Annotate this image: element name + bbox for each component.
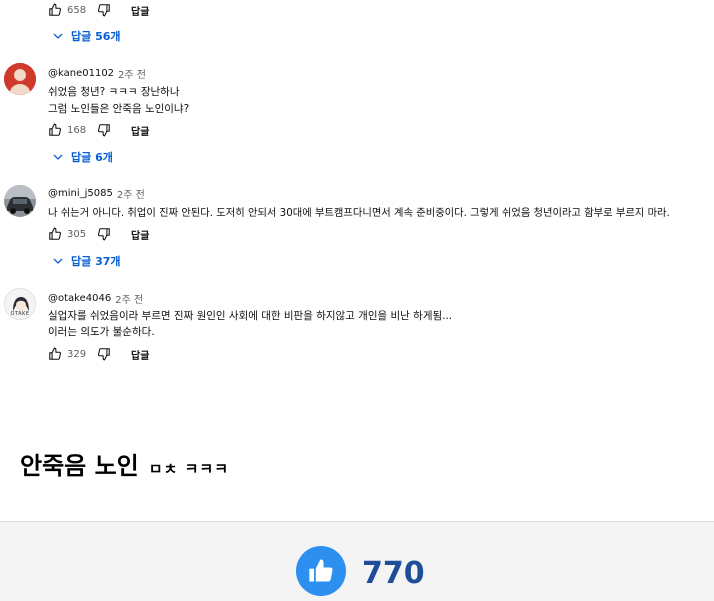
thumbs-down-icon <box>98 4 110 17</box>
thumbs-up-icon <box>49 123 61 136</box>
car-avatar-icon <box>4 185 36 217</box>
comment-meta: @mini_j5085 2주 전 <box>48 186 145 201</box>
comment-time[interactable]: 2주 전 <box>118 66 146 81</box>
thumbs-down-icon <box>98 228 110 241</box>
like-button[interactable]: 658 <box>48 3 97 17</box>
comment-meta: @otake4046 2주 전 <box>48 291 143 306</box>
thumbs-down-icon <box>98 124 110 137</box>
like-button[interactable]: 329 <box>48 347 97 361</box>
dislike-button[interactable] <box>97 123 111 137</box>
like-count: 168 <box>67 124 87 136</box>
chevron-down-icon <box>53 154 63 160</box>
replies-toggle[interactable]: 답글 37개 <box>52 252 121 270</box>
replies-toggle[interactable]: 답글 6개 <box>52 148 113 166</box>
dislike-button[interactable] <box>97 227 111 241</box>
replies-toggle-label: 답글 56개 <box>71 30 121 43</box>
comment-author[interactable]: @mini_j5085 <box>48 188 113 199</box>
dislike-button[interactable] <box>97 347 111 361</box>
comment-text-line: 이러는 의도가 불순하다. <box>48 326 155 338</box>
reply-button[interactable]: 답글 <box>131 227 149 242</box>
avatar-label: OTAKE <box>10 311 30 317</box>
avatar[interactable]: OTAKE <box>4 288 36 320</box>
comment-text-line: 실업자를 쉬었음이라 부르면 진짜 원인인 사회에 대한 비판을 하지않고 개인… <box>48 310 453 322</box>
user-avatar-icon <box>4 63 36 95</box>
thumbs-up-icon <box>49 227 61 240</box>
like-button[interactable]: 168 <box>48 123 97 137</box>
replies-toggle-label: 답글 37개 <box>71 255 121 268</box>
comment-actions: 168 답글 <box>48 121 149 139</box>
footer-bar: 770 <box>0 521 714 601</box>
thumbs-up-icon <box>309 559 333 582</box>
thumbs-down-icon <box>98 348 110 361</box>
footer-like-count: 770 <box>362 556 425 591</box>
comment-meta: @kane01102 2주 전 <box>48 66 146 81</box>
caption-small: ㅁㅊ ㅋㅋㅋ <box>148 460 229 478</box>
dislike-button[interactable] <box>97 3 111 17</box>
chevron-down-icon <box>53 258 63 264</box>
comment-text-line: 그럼 노인들은 안죽음 노인이냐? <box>48 103 190 115</box>
like-count: 658 <box>67 4 87 16</box>
reply-button[interactable]: 답글 <box>131 3 149 18</box>
like-button[interactable]: 305 <box>48 227 97 241</box>
replies-toggle[interactable]: 답글 56개 <box>52 27 121 45</box>
replies-toggle-label: 답글 6개 <box>71 151 113 164</box>
comment-text-line: 쉬었음 청년? ㅋㅋㅋ 장난하나 <box>48 86 180 98</box>
comment-actions-top: 658 답글 <box>48 1 149 19</box>
comment-time[interactable]: 2주 전 <box>115 291 143 306</box>
like-count: 305 <box>67 228 87 240</box>
reply-button[interactable]: 답글 <box>131 123 149 138</box>
comment-text-line: 나 쉬는거 아니다. 취업이 진짜 안된다. 도저히 안되서 30대에 부트캠프… <box>48 207 670 219</box>
thumbs-up-icon <box>49 3 61 16</box>
avatar[interactable] <box>4 185 36 217</box>
thumbs-up-icon <box>49 347 61 360</box>
like-count: 329 <box>67 348 87 360</box>
reply-button[interactable]: 답글 <box>131 347 149 362</box>
footer-like-button[interactable] <box>296 546 346 596</box>
caption-main: 안죽음 노인 <box>20 452 139 480</box>
chevron-down-icon <box>53 33 63 39</box>
comment-actions: 329 답글 <box>48 345 149 363</box>
caption: 안죽음 노인 ㅁㅊ ㅋㅋㅋ <box>20 446 229 481</box>
comment-author[interactable]: @kane01102 <box>48 68 114 79</box>
comment-actions: 305 답글 <box>48 225 149 243</box>
comment-author[interactable]: @otake4046 <box>48 293 111 304</box>
comment-time[interactable]: 2주 전 <box>117 186 145 201</box>
avatar[interactable] <box>4 63 36 95</box>
